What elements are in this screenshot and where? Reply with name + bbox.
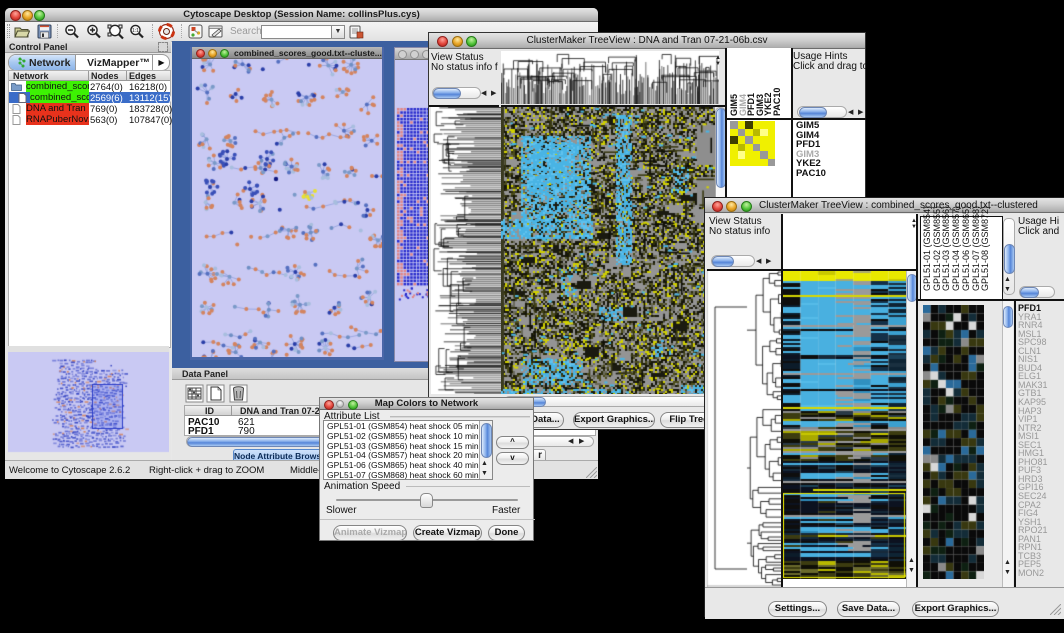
svg-text:1:1: 1:1 bbox=[132, 28, 139, 34]
